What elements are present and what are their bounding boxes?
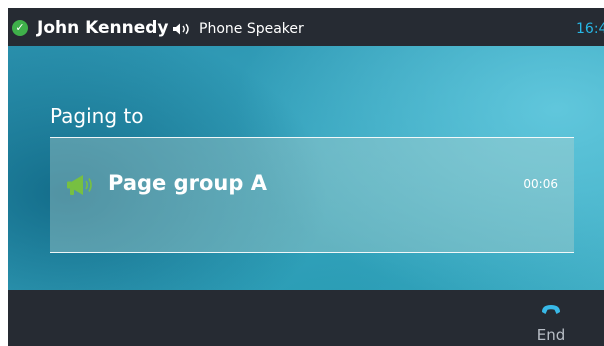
softkey-bar: End [8,290,604,346]
page-group-name: Page group A [108,171,267,195]
paging-title: Paging to [50,104,144,128]
end-softkey-label: End [536,326,566,344]
speaker-icon [173,23,189,35]
paging-call-panel[interactable]: Page group A 00:06 [50,137,574,253]
end-softkey[interactable]: End [518,290,584,346]
phone-screen: ✓ John Kennedy Phone Speaker 16:4 Paging… [8,8,604,346]
status-bar: ✓ John Kennedy Phone Speaker 16:4 [8,8,604,46]
registered-check-icon: ✓ [12,20,28,36]
call-duration: 00:06 [523,177,558,191]
hang-up-handset-icon [542,305,560,314]
audio-mode-label: Phone Speaker [199,21,304,37]
clock: 16:4 [576,21,604,37]
contact-name: John Kennedy [37,18,169,38]
megaphone-icon [67,175,92,195]
